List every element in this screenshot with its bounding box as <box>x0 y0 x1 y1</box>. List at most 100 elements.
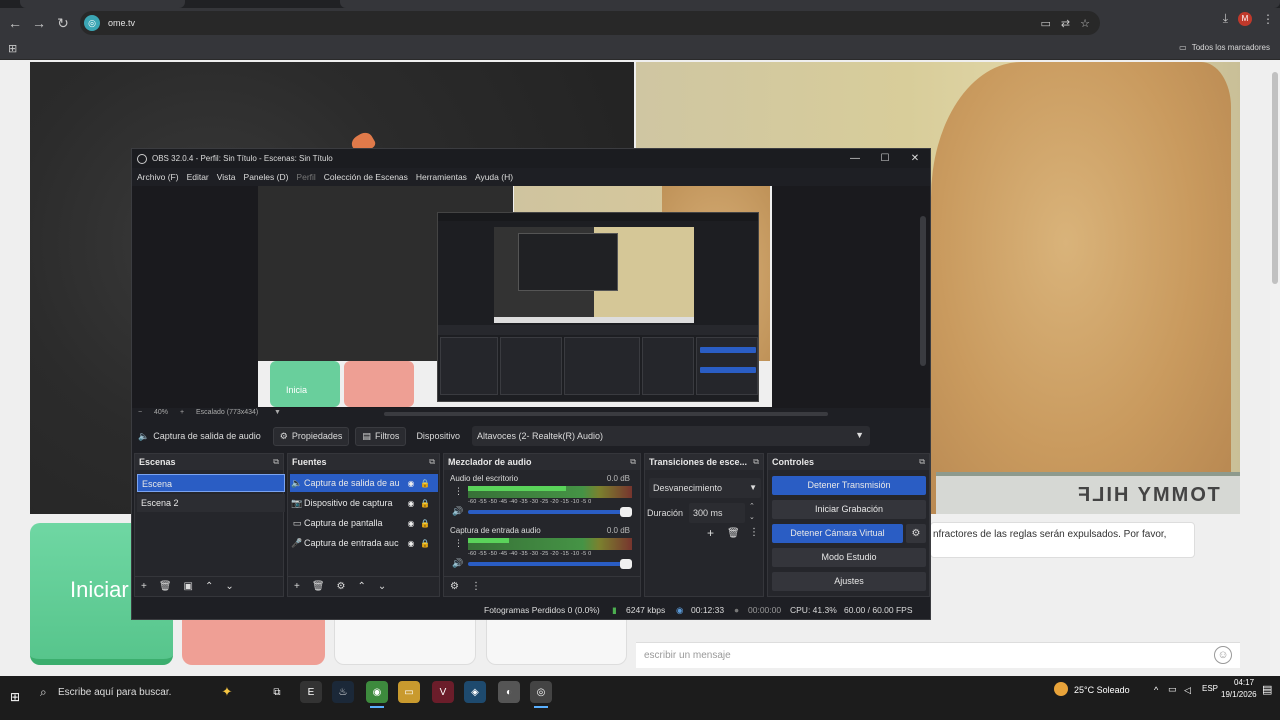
eye-icon[interactable]: ◉ <box>404 479 418 488</box>
trash-icon[interactable]: 🗑 <box>727 528 740 539</box>
address-bar[interactable]: ◎ ome.tv ▭ ⇄ ☆ <box>80 11 1100 35</box>
forward-icon[interactable]: → <box>27 11 51 35</box>
tab[interactable] <box>20 0 185 8</box>
eye-icon[interactable]: ◉ <box>404 519 418 528</box>
app-icon[interactable]: V <box>432 681 454 703</box>
device-select[interactable]: Altavoces (2- Realtek(R) Audio) ▼ <box>472 426 870 446</box>
studio-mode-button[interactable]: Modo Estudio <box>772 548 926 567</box>
down-icon[interactable]: ⌄ <box>378 581 386 592</box>
translate-icon[interactable]: ⇄ <box>1061 17 1070 30</box>
gear-icon[interactable]: ⚙ <box>906 524 926 543</box>
undock-icon[interactable]: ⧉ <box>630 457 636 467</box>
tray-chevron-icon[interactable]: ^ <box>1154 685 1158 695</box>
filter-icon[interactable]: ▣ <box>184 581 193 592</box>
scroll-thumb[interactable] <box>1272 72 1278 284</box>
source-item[interactable]: 🎤 Captura de entrada auc ◉ 🔒 <box>290 534 438 552</box>
volume-slider[interactable] <box>468 507 632 517</box>
reload-icon[interactable]: ↻ <box>51 11 75 35</box>
windows-start-icon[interactable]: ⊞ <box>10 690 20 704</box>
down-icon[interactable]: ⌄ <box>225 581 233 592</box>
menu-icon[interactable]: ⋮ <box>749 527 759 538</box>
gear-icon[interactable]: ⚙ <box>337 581 346 592</box>
menu-vista[interactable]: Vista <box>217 172 236 182</box>
menu-herramientas[interactable]: Herramientas <box>416 172 467 182</box>
bookmark-star-icon[interactable]: ☆ <box>1080 17 1090 30</box>
slider-knob[interactable] <box>620 559 632 569</box>
shield-icon[interactable]: ◈ <box>464 681 486 703</box>
menu-coleccion[interactable]: Colección de Escenas <box>324 172 408 182</box>
chrome-icon[interactable]: ◉ <box>366 681 388 708</box>
epic-games-icon[interactable]: E <box>300 681 322 703</box>
up-icon[interactable]: ⌃ <box>205 581 213 592</box>
scale-dropdown-icon[interactable]: ▼ <box>274 409 281 416</box>
slider-knob[interactable] <box>620 507 632 517</box>
scene-item[interactable]: Escena <box>137 474 285 492</box>
scene-item[interactable]: Escena 2 <box>137 494 285 512</box>
lock-icon[interactable]: 🔒 <box>418 539 432 548</box>
up-icon[interactable]: ⌃ <box>358 581 366 592</box>
lock-icon[interactable]: 🔒 <box>418 479 432 488</box>
stepper-down-icon[interactable]: ⌄ <box>749 513 755 521</box>
obs-preview[interactable]: Inicia <box>132 186 930 408</box>
volume-icon[interactable]: 🔊 <box>452 506 463 517</box>
steam-icon[interactable]: ♨ <box>332 681 354 703</box>
close-icon[interactable]: ✕ <box>900 149 930 168</box>
menu-paneles[interactable]: Paneles (D) <box>244 172 289 182</box>
volume-icon[interactable]: 🔊 <box>452 558 463 569</box>
weather-text[interactable]: 25°C Soleado <box>1074 685 1130 695</box>
source-item[interactable]: 📷 Dispositivo de captura ◉ 🔒 <box>290 494 438 512</box>
apps-icon[interactable]: ⊞ <box>8 42 17 55</box>
volume-icon[interactable]: ◁ <box>1184 685 1191 696</box>
settings-button[interactable]: Ajustes <box>772 572 926 591</box>
language[interactable]: ESP <box>1202 684 1218 693</box>
add-icon[interactable]: + <box>294 581 300 592</box>
sparkle-icon[interactable]: ✦ <box>216 681 238 703</box>
lock-icon[interactable]: 🔒 <box>418 499 432 508</box>
notifications-icon[interactable]: ▤ <box>1262 683 1272 696</box>
undock-icon[interactable]: ⧉ <box>919 457 925 467</box>
menu-icon[interactable]: ⋮ <box>471 581 481 592</box>
task-view-icon[interactable]: ⧉ <box>266 681 288 703</box>
site-info-icon[interactable]: ◎ <box>84 15 100 31</box>
zoom-out-icon[interactable]: − <box>138 409 142 416</box>
back-icon[interactable]: ← <box>3 11 27 35</box>
wifi-icon[interactable]: ▭ <box>1168 684 1177 695</box>
page-scrollbar[interactable] <box>1270 60 1280 676</box>
menu-editar[interactable]: Editar <box>187 172 209 182</box>
eye-icon[interactable]: ◉ <box>404 539 418 548</box>
obs-icon[interactable]: ◎ <box>530 681 552 708</box>
cast-icon[interactable]: ▭ <box>1041 17 1051 30</box>
emoji-icon[interactable]: ☺ <box>1214 646 1232 664</box>
eye-icon[interactable]: ◉ <box>404 499 418 508</box>
maximize-icon[interactable]: ☐ <box>870 149 900 168</box>
volume-slider[interactable] <box>468 559 632 569</box>
preview-scrollbar[interactable] <box>920 216 926 366</box>
properties-button[interactable]: ⚙ Propiedades <box>272 426 350 446</box>
message-input[interactable]: escribir un mensaje ☺ <box>636 642 1240 668</box>
preview-hscroll[interactable] <box>384 412 828 416</box>
source-item[interactable]: 🔈 Captura de salida de au ◉ 🔒 <box>290 474 438 492</box>
profile-avatar[interactable]: M <box>1238 11 1252 26</box>
source-item[interactable]: ▭ Captura de pantalla ◉ 🔒 <box>290 514 438 532</box>
lock-icon[interactable]: 🔒 <box>418 519 432 528</box>
all-bookmarks[interactable]: ▭ Todos los marcadores <box>1179 43 1270 52</box>
add-icon[interactable]: + <box>707 526 714 540</box>
trash-icon[interactable]: 🗑 <box>312 581 325 592</box>
file-explorer-icon[interactable]: ▭ <box>398 681 420 703</box>
transition-select[interactable]: Desvanecimiento ▼ <box>649 478 761 498</box>
download-icon[interactable]: ⤓ <box>1223 11 1228 26</box>
clock-time[interactable]: 04:17 <box>1234 678 1254 687</box>
menu-ayuda[interactable]: Ayuda (H) <box>475 172 513 182</box>
advanced-audio-icon[interactable]: ⚙ <box>450 581 459 592</box>
undock-icon[interactable]: ⧉ <box>753 457 759 467</box>
menu-icon[interactable]: ⋮ <box>1262 12 1274 26</box>
stop-virtual-camera-button[interactable]: Detener Cámara Virtual <box>772 524 903 543</box>
minimize-icon[interactable]: — <box>840 149 870 168</box>
app-icon[interactable]: ◐ <box>498 681 520 703</box>
channel-menu-icon[interactable]: ⋮ <box>454 486 463 497</box>
undock-icon[interactable]: ⧉ <box>429 457 435 467</box>
start-recording-button[interactable]: Iniciar Grabación <box>772 500 926 519</box>
undock-icon[interactable]: ⧉ <box>273 457 279 467</box>
filters-button[interactable]: ▤ Filtros <box>355 426 407 446</box>
add-icon[interactable]: + <box>141 581 147 592</box>
